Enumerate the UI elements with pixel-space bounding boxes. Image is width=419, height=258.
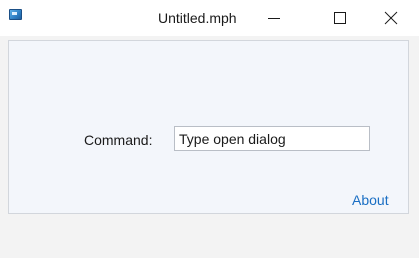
about-link[interactable]: About: [352, 192, 389, 208]
command-input[interactable]: [174, 126, 370, 151]
minimize-icon: [268, 18, 280, 19]
title-bar[interactable]: Untitled.mph: [0, 0, 419, 36]
window-title: Untitled.mph: [158, 10, 237, 26]
minimize-button[interactable]: [251, 0, 297, 36]
maximize-icon: [334, 12, 346, 24]
command-label: Command:: [84, 132, 153, 148]
close-icon: [384, 11, 398, 25]
main-panel: Command: About: [8, 40, 409, 214]
app-icon: [9, 9, 22, 20]
maximize-button[interactable]: [317, 0, 363, 36]
app-window: Untitled.mph Command: About: [0, 0, 419, 258]
close-button[interactable]: [368, 0, 414, 36]
